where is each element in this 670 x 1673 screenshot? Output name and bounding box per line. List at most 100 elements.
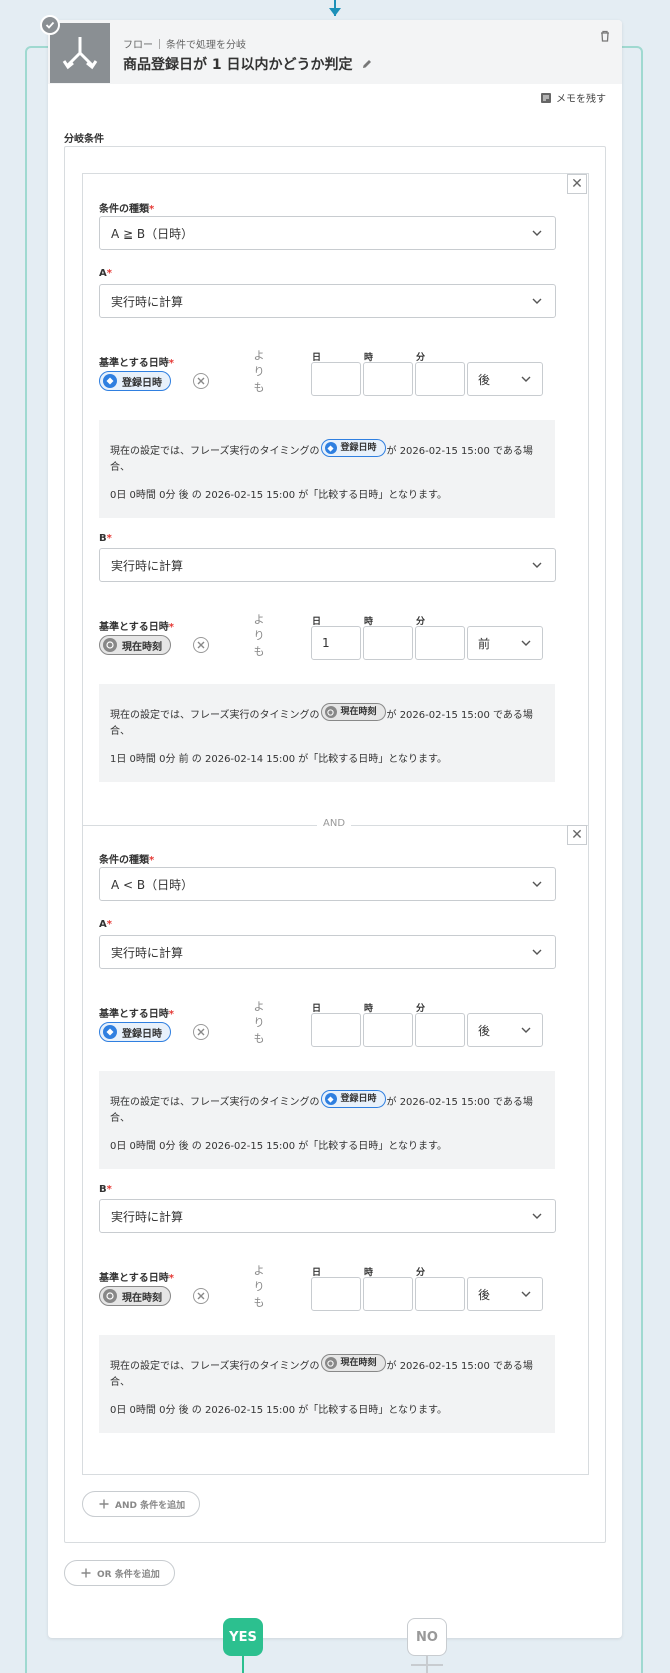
trash-icon[interactable] bbox=[598, 28, 612, 47]
info-line: 現在の設定では、フレーズ実行のタイミングの 登録日時が 2026-02-15 15… bbox=[110, 439, 550, 475]
add-and-condition-button[interactable]: AND 条件を追加 bbox=[82, 1491, 201, 1517]
chevron-down-icon bbox=[521, 376, 531, 382]
minute-input[interactable] bbox=[415, 1277, 465, 1311]
info-prefix: 現在の設定では、フレーズ実行のタイミングの bbox=[110, 446, 320, 457]
clock-icon bbox=[103, 1289, 117, 1303]
direction-select[interactable]: 後 bbox=[467, 1277, 543, 1311]
day-input[interactable] bbox=[311, 1277, 361, 1311]
type-label: 条件の種類* bbox=[99, 851, 154, 866]
clear-circle-icon[interactable] bbox=[193, 1024, 209, 1040]
a-calc-select[interactable]: 実行時に計算 bbox=[99, 935, 556, 969]
branch-icon bbox=[50, 23, 110, 83]
condition-type-value: A < B（日時） bbox=[111, 877, 194, 892]
b-label-text: B bbox=[99, 1184, 107, 1195]
yori-char: り bbox=[253, 365, 265, 378]
required-mark: * bbox=[106, 919, 112, 930]
pencil-icon[interactable] bbox=[361, 58, 373, 70]
yori-text: よりも bbox=[253, 348, 265, 396]
b-calc-select[interactable]: 実行時に計算 bbox=[99, 1199, 556, 1233]
flow-arrow-icon bbox=[329, 8, 341, 16]
clock-icon bbox=[103, 638, 117, 652]
required-mark: * bbox=[106, 533, 112, 544]
memo-label: メモを残す bbox=[556, 94, 606, 105]
info-result: 1日 0時間 0分 前 の 2026-02-14 15:00 が「比較する日時」… bbox=[110, 754, 447, 765]
condition-type-select[interactable]: A ≧ B（日時） bbox=[99, 216, 556, 250]
direction-select[interactable]: 後 bbox=[467, 1013, 543, 1047]
day-input[interactable] bbox=[311, 362, 361, 396]
current-time-badge: 現在時刻 bbox=[320, 703, 386, 721]
minute-input[interactable] bbox=[415, 626, 465, 660]
or-group: ✕ 条件の種類* A ≧ B（日時） A* 実行時に計算 基準とする日時* 登録… bbox=[64, 146, 606, 1543]
hour-input[interactable] bbox=[363, 626, 413, 660]
and-label: AND bbox=[317, 818, 352, 829]
plus-icon bbox=[99, 1499, 109, 1509]
yori-char: よ bbox=[253, 1264, 265, 1277]
base-datetime-label: 基準とする日時* bbox=[99, 354, 174, 369]
yes-connector bbox=[242, 1656, 244, 1673]
clock-icon bbox=[324, 1357, 337, 1369]
a-calc-select[interactable]: 実行時に計算 bbox=[99, 284, 556, 318]
info-box: 現在の設定では、フレーズ実行のタイミングの 登録日時が 2026-02-15 15… bbox=[99, 420, 555, 518]
no-connector-bar bbox=[411, 1664, 443, 1666]
b-label-text: B bbox=[99, 533, 107, 544]
remove-condition-button[interactable]: ✕ bbox=[567, 174, 587, 194]
remove-condition-button[interactable]: ✕ bbox=[567, 825, 587, 845]
breadcrumb-flow: フロー bbox=[123, 40, 153, 51]
a-label: A* bbox=[99, 919, 112, 930]
direction-value: 前 bbox=[478, 636, 491, 651]
registered-date-badge: 登録日時 bbox=[320, 1090, 386, 1108]
info-line: 現在の設定では、フレーズ実行のタイミングの 現在時刻が 2026-02-15 15… bbox=[110, 1354, 550, 1390]
current-time-badge[interactable]: 現在時刻 bbox=[99, 635, 171, 655]
required-mark: * bbox=[168, 1009, 174, 1020]
condition-type-select[interactable]: A < B（日時） bbox=[99, 867, 556, 901]
info-box: 現在の設定では、フレーズ実行のタイミングの 現在時刻が 2026-02-15 15… bbox=[99, 684, 555, 782]
day-input[interactable] bbox=[311, 1013, 361, 1047]
clear-circle-icon[interactable] bbox=[193, 637, 209, 653]
yori-text: よりも bbox=[253, 999, 265, 1047]
yes-branch-button[interactable]: YES bbox=[223, 1618, 263, 1656]
chevron-down-icon bbox=[532, 298, 542, 304]
b-calc-select[interactable]: 実行時に計算 bbox=[99, 548, 556, 582]
day-input[interactable]: 1 bbox=[311, 626, 361, 660]
registered-date-badge[interactable]: 登録日時 bbox=[99, 1022, 171, 1042]
current-time-badge: 現在時刻 bbox=[320, 1354, 386, 1372]
b-label: B* bbox=[99, 1184, 112, 1195]
section-label: 分岐条件 bbox=[64, 134, 104, 145]
direction-value: 後 bbox=[478, 1287, 491, 1302]
hour-input[interactable] bbox=[363, 1013, 413, 1047]
base-label-text: 基準とする日時 bbox=[99, 358, 169, 369]
minute-input[interactable] bbox=[415, 1013, 465, 1047]
chevron-down-icon bbox=[532, 949, 542, 955]
badge-label: 現在時刻 bbox=[340, 706, 377, 717]
minute-input[interactable] bbox=[415, 362, 465, 396]
hour-input[interactable] bbox=[363, 1277, 413, 1311]
badge-label: 登録日時 bbox=[340, 1093, 377, 1104]
required-mark: * bbox=[149, 204, 155, 215]
registered-date-badge[interactable]: 登録日時 bbox=[99, 371, 171, 391]
required-mark: * bbox=[168, 358, 174, 369]
page-title[interactable]: 商品登録日が 1 日以内かどうか判定 bbox=[123, 54, 373, 74]
direction-select[interactable]: 後 bbox=[467, 362, 543, 396]
base-label-text: 基準とする日時 bbox=[99, 1009, 169, 1020]
required-mark: * bbox=[168, 1273, 174, 1284]
clear-circle-icon[interactable] bbox=[193, 1288, 209, 1304]
info-line: 現在の設定では、フレーズ実行のタイミングの 登録日時が 2026-02-15 15… bbox=[110, 1090, 550, 1126]
clear-circle-icon[interactable] bbox=[193, 373, 209, 389]
base-datetime-label: 基準とする日時* bbox=[99, 1005, 174, 1020]
breadcrumb: フロー 条件で処理を分岐 bbox=[123, 36, 246, 51]
base-label-text: 基準とする日時 bbox=[99, 1273, 169, 1284]
current-time-badge[interactable]: 現在時刻 bbox=[99, 1286, 171, 1306]
plus-icon bbox=[81, 1568, 91, 1578]
hour-input[interactable] bbox=[363, 362, 413, 396]
memo-button[interactable]: メモを残す bbox=[540, 90, 606, 105]
no-branch-button[interactable]: NO bbox=[407, 1618, 447, 1656]
a-calc-value: 実行時に計算 bbox=[111, 945, 184, 960]
add-or-condition-button[interactable]: OR 条件を追加 bbox=[64, 1560, 175, 1586]
type-label-text: 条件の種類 bbox=[99, 855, 149, 866]
badge-label: 現在時刻 bbox=[122, 641, 162, 653]
chevron-down-icon bbox=[532, 1213, 542, 1219]
a-calc-value: 実行時に計算 bbox=[111, 294, 184, 309]
field-icon bbox=[324, 442, 337, 454]
direction-select[interactable]: 前 bbox=[467, 626, 543, 660]
b-label: B* bbox=[99, 533, 112, 544]
